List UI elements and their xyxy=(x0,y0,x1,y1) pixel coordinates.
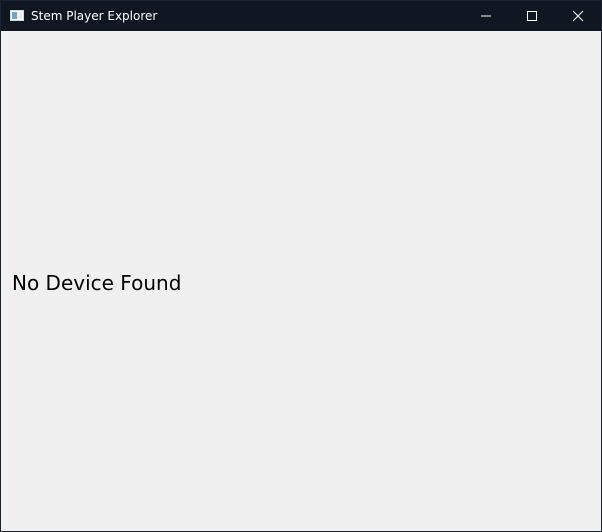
device-status-text: No Device Found xyxy=(12,271,182,295)
app-window: Stem Player Explorer No Device Found xyxy=(0,0,602,532)
app-icon xyxy=(10,10,24,21)
app-icon-right-pane xyxy=(17,12,22,19)
window-controls xyxy=(463,1,601,31)
maximize-icon xyxy=(527,11,537,21)
window-title: Stem Player Explorer xyxy=(31,9,158,23)
close-button[interactable] xyxy=(555,1,601,31)
main-content: No Device Found xyxy=(1,31,601,531)
title-bar[interactable]: Stem Player Explorer xyxy=(1,1,601,31)
minimize-icon xyxy=(481,15,491,17)
maximize-button[interactable] xyxy=(509,1,555,31)
close-icon xyxy=(572,10,584,22)
minimize-button[interactable] xyxy=(463,1,509,31)
